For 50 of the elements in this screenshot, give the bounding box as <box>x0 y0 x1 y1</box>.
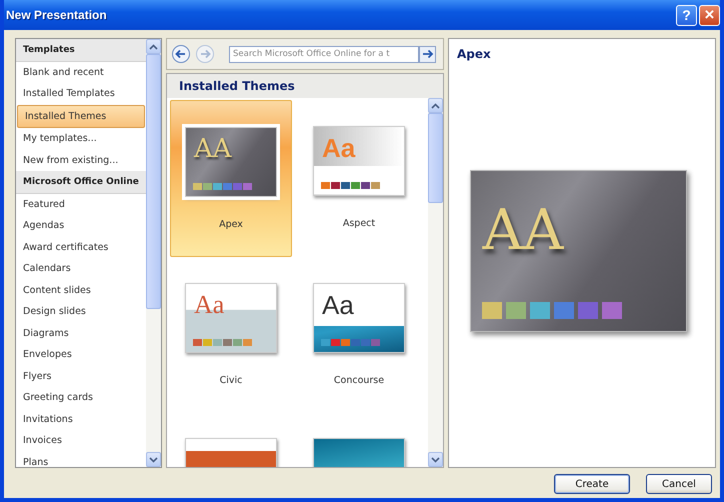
scroll-down-icon[interactable] <box>146 452 161 467</box>
sample-text: Aa <box>322 133 356 163</box>
scroll-down-icon[interactable] <box>428 452 443 467</box>
sidebar-item[interactable]: Featured <box>16 194 146 215</box>
sample-text: AA <box>194 134 232 164</box>
sidebar-item[interactable]: My templates... <box>16 128 146 150</box>
scroll-up-icon[interactable] <box>428 98 443 113</box>
sidebar-item[interactable]: Installed Templates <box>16 83 146 104</box>
sidebar-item[interactable]: Calendars <box>16 258 146 280</box>
section-header: Templates <box>16 39 146 62</box>
back-icon[interactable] <box>171 44 191 64</box>
theme-item[interactable]: Aa Concourse <box>298 257 420 414</box>
sidebar-item[interactable]: Envelopes <box>16 344 146 366</box>
cancel-button[interactable]: Cancel <box>646 474 712 494</box>
theme-name: Aspect <box>342 218 376 229</box>
theme-item[interactable]: Aa Aspect <box>298 100 420 257</box>
search-field[interactable]: Search Microsoft Office Online for a t <box>229 46 419 62</box>
sidebar-item[interactable]: Invoices <box>16 430 146 452</box>
sidebar-item[interactable]: Diagrams <box>16 322 146 344</box>
search-button[interactable] <box>419 46 436 62</box>
sidebar-item[interactable]: Invitations <box>16 408 146 430</box>
create-button[interactable]: Create <box>554 474 630 494</box>
sidebar-item[interactable]: Greeting cards <box>16 387 146 408</box>
sample-text: Aa <box>322 290 354 320</box>
theme-name: Civic <box>220 375 242 386</box>
sidebar-item[interactable]: Award certificates <box>16 236 146 258</box>
sample-text: AA <box>482 199 564 263</box>
scroll-thumb[interactable] <box>428 113 443 203</box>
theme-item[interactable]: Aa Civic <box>170 257 292 414</box>
theme-name: Apex <box>219 219 243 230</box>
sidebar-item[interactable]: Agendas <box>16 215 146 236</box>
scrollbar[interactable] <box>428 98 443 467</box>
preview-title: Apex <box>456 46 492 61</box>
sidebar-item[interactable]: Design slides <box>16 301 146 322</box>
theme-name: Concourse <box>334 375 384 386</box>
gallery-title: Installed Themes <box>167 74 443 98</box>
scrollbar[interactable] <box>146 39 161 467</box>
sidebar-item[interactable]: Flyers <box>16 366 146 387</box>
scroll-thumb[interactable] <box>146 54 161 309</box>
scroll-up-icon[interactable] <box>146 39 161 54</box>
arrow-icon <box>422 48 434 60</box>
sidebar-item[interactable]: Plans <box>16 452 146 467</box>
sample-text: Aa <box>194 290 224 320</box>
sidebar-item[interactable]: Content slides <box>16 280 146 301</box>
sidebar-item[interactable]: Blank and recent <box>16 62 146 83</box>
window-title: New Presentation <box>6 8 107 22</box>
theme-item[interactable]: AA Apex <box>170 100 292 257</box>
sidebar-item[interactable]: Installed Themes <box>17 104 145 128</box>
sidebar-item[interactable]: New from existing... <box>16 150 146 171</box>
section-header: Microsoft Office Online <box>16 171 146 194</box>
